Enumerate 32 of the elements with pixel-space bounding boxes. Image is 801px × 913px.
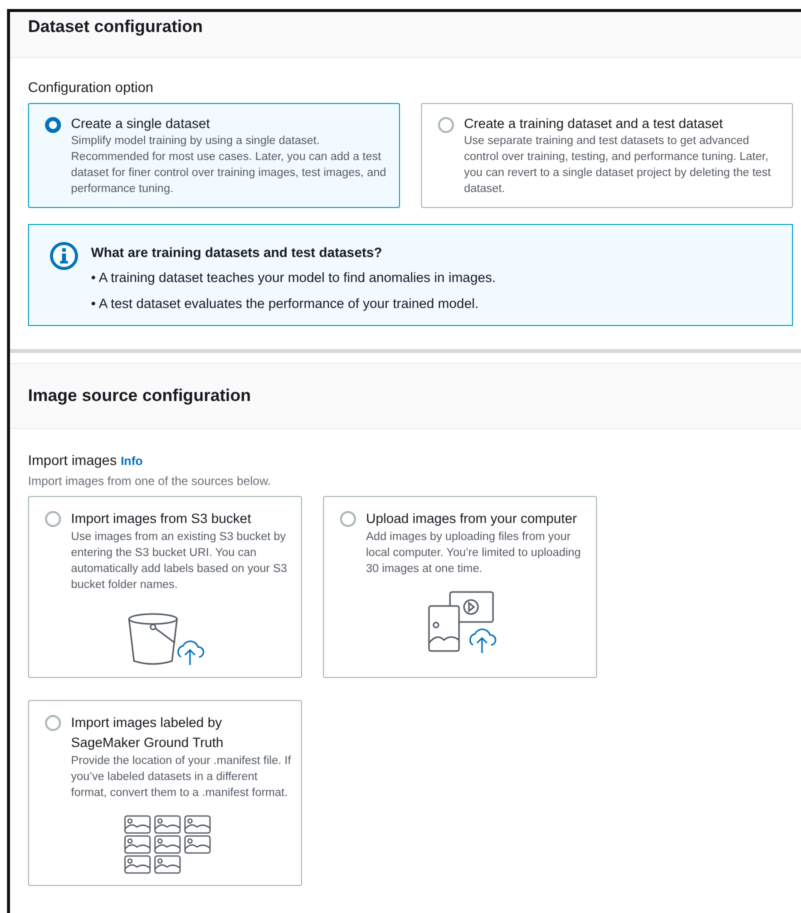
- option-description: Provide the location of your .manifest file. If you’ve labeled datasets in a different format, convert them to a .manifest format.: [71, 754, 291, 801]
- radio-button[interactable]: [340, 511, 356, 527]
- radio-button[interactable]: [45, 511, 61, 527]
- field-label: Import images: [28, 451, 117, 470]
- section-title: Image source configuration: [28, 386, 251, 406]
- field-label: Configuration option: [28, 78, 154, 97]
- option-title: Create a training dataset and a test dataset: [464, 115, 724, 133]
- radio-button[interactable]: [438, 117, 454, 133]
- option-card[interactable]: Upload images from your computer Add images by uploading files from your local computer. You’re limited to uploading 30 images at one time.: [323, 496, 597, 678]
- option-description: Simplify model training by using a single dataset. Recommended for most use cases. Later, you can add a test dataset for finer control over training images, test images, and performance tuning.: [71, 134, 388, 197]
- option-title: Create a single dataset: [71, 115, 211, 133]
- image-video-upload-icon: [428, 591, 498, 655]
- option-card[interactable]: Import images labeled by SageMaker Ground Truth Provide the location of your .manifest file. If you’ve labeled datasets in a different format, convert them to a .manifest format.: [28, 700, 302, 886]
- option-description: Use images from an existing S3 bucket by entering the S3 bucket URI. You can automatically add labels based on your S3 bucket folder names.: [71, 530, 288, 593]
- option-title: Import images from S3 bucket: [71, 510, 252, 528]
- option-description: Add images by uploading files from your local computer. You’re limited to uploading 30 images at one time.: [366, 530, 582, 577]
- info-icon: [49, 241, 79, 271]
- option-title: Upload images from your computer: [366, 510, 578, 528]
- radio-button[interactable]: [45, 117, 61, 133]
- radio-button[interactable]: [45, 715, 61, 731]
- info-title: What are training datasets and test datasets?: [91, 244, 384, 262]
- section-title: Dataset configuration: [28, 17, 203, 38]
- info-item: • A training dataset teaches your model to find anomalies in images.: [91, 269, 496, 288]
- option-title: Import images labeled by SageMaker Ground Truth: [71, 714, 224, 752]
- info-item: • A test dataset evaluates the performance of your trained model.: [91, 294, 480, 313]
- field-description: Import images from one of the sources below.: [28, 473, 272, 490]
- option-card[interactable]: [28, 103, 400, 208]
- option-card[interactable]: Import images from S3 bucket Use images from an existing S3 bucket by entering the S3 bucket URI. You can automatically add labels based on your S3 bucket folder names.: [28, 496, 302, 678]
- option-description: Use separate training and test datasets to get advanced control over training, testing, and performance tuning. Later, you can revert to a single dataset project by deleting the test dataset.: [464, 134, 772, 197]
- info-link[interactable]: Info: [120, 454, 143, 468]
- image-gallery-icon: [124, 815, 212, 875]
- option-card[interactable]: [421, 103, 793, 208]
